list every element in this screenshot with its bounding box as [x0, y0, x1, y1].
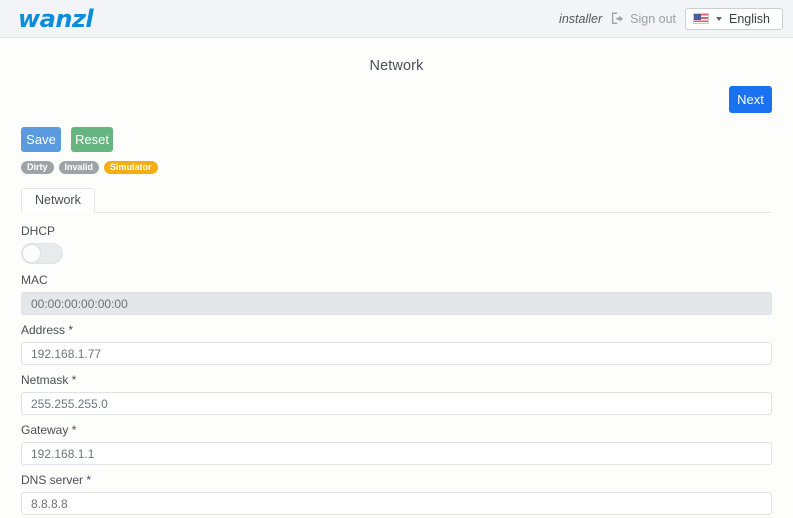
status-badge-simulator: Simulator — [104, 161, 158, 174]
sign-out-label: Sign out — [630, 11, 676, 26]
tab-network[interactable]: Network — [21, 188, 95, 213]
current-user-label: installer — [559, 11, 603, 26]
field-mac: MAC — [21, 273, 772, 315]
address-label: Address * — [21, 323, 74, 337]
dhcp-label: DHCP — [21, 224, 56, 238]
language-select-value: English — [729, 11, 770, 26]
status-badge-dirty: Dirty — [21, 161, 54, 174]
status-badge-row: Dirty Invalid Simulator — [0, 152, 793, 174]
form-action-row: Save Reset — [0, 113, 793, 152]
next-button[interactable]: Next — [729, 86, 772, 113]
address-input[interactable] — [21, 342, 772, 365]
mac-label: MAC — [21, 273, 48, 287]
gateway-input[interactable] — [21, 442, 772, 465]
sign-out-button[interactable]: Sign out — [611, 12, 676, 26]
gateway-label: Gateway * — [21, 423, 77, 437]
dhcp-toggle[interactable] — [21, 243, 63, 264]
dhcp-toggle-knob — [22, 244, 41, 263]
network-settings-form: DHCP MAC Address * Netmask * Gateway * D… — [0, 213, 793, 515]
wanzl-logo: wanzl — [18, 4, 94, 33]
language-select[interactable]: English — [685, 7, 783, 30]
us-flag-icon — [693, 13, 709, 24]
app-header: wanzl installer Sign out English — [0, 0, 793, 38]
mac-input — [21, 292, 772, 315]
field-dns-server: DNS server * — [21, 473, 772, 515]
field-dhcp: DHCP — [21, 224, 772, 264]
field-gateway: Gateway * — [21, 423, 772, 465]
tab-bar: Network — [21, 187, 772, 213]
netmask-input[interactable] — [21, 392, 772, 415]
next-button-row: Next — [0, 74, 793, 113]
field-netmask: Netmask * — [21, 373, 772, 415]
save-button[interactable]: Save — [21, 127, 61, 152]
header-right-group: installer Sign out English — [559, 7, 783, 30]
page-title: Network — [369, 58, 424, 74]
chevron-down-icon — [716, 16, 722, 21]
reset-button[interactable]: Reset — [71, 127, 113, 152]
field-address: Address * — [21, 323, 772, 365]
dns-server-input[interactable] — [21, 492, 772, 515]
sign-out-icon — [611, 12, 625, 25]
dns-server-label: DNS server * — [21, 473, 92, 487]
status-badge-invalid: Invalid — [58, 161, 100, 174]
netmask-label: Netmask * — [21, 373, 77, 387]
